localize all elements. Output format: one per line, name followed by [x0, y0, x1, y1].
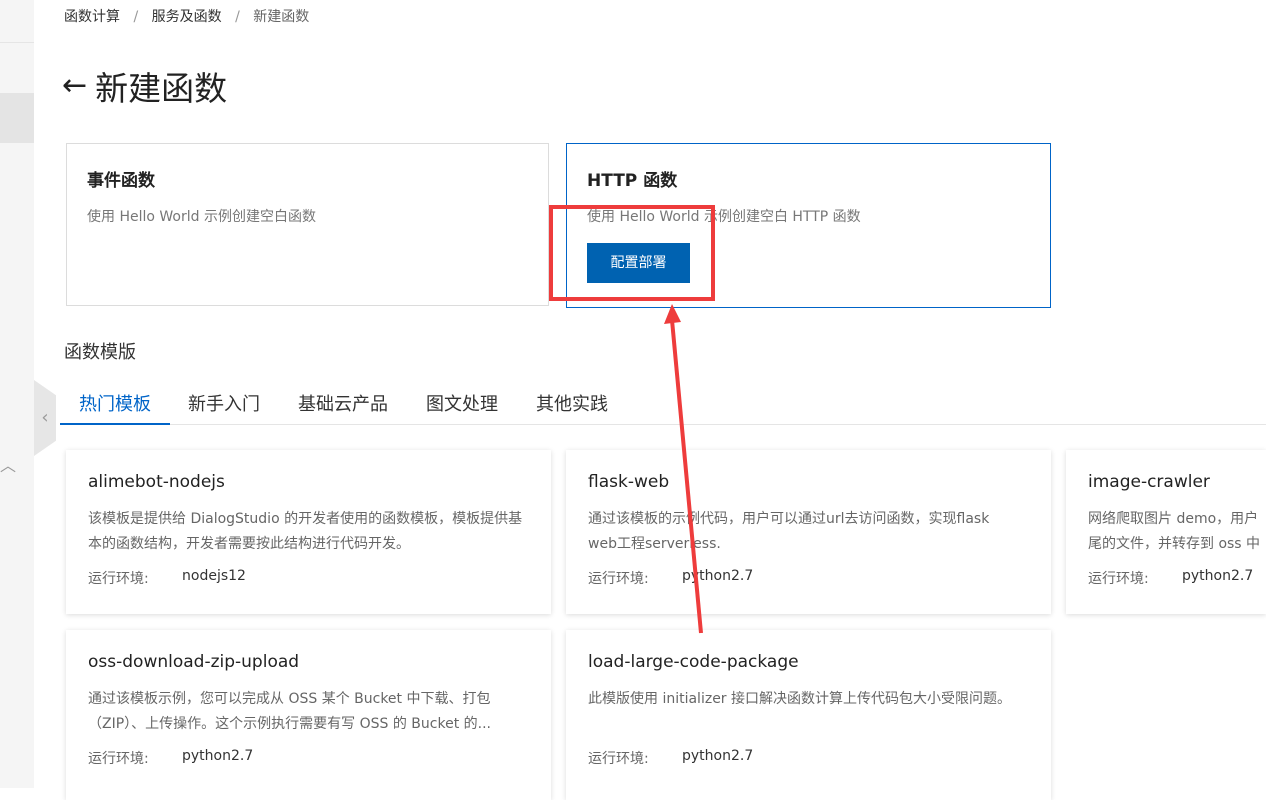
chevron-left-icon[interactable]: ‹	[34, 380, 56, 456]
runtime-label: 运行环境:	[588, 571, 649, 587]
template-card[interactable]: load-large-code-package 此模版使用 initialize…	[566, 630, 1051, 800]
template-description: 网络爬取图片 demo，用户 尾的文件，并转存到 oss 中	[1088, 511, 1261, 552]
runtime-value: python2.7	[682, 748, 754, 764]
breadcrumb-separator: /	[235, 9, 240, 25]
template-description: 此模版使用 initializer 接口解决函数计算上传代码包大小受限问题。	[588, 691, 1012, 707]
chevron-up-icon[interactable]: ︿	[0, 456, 16, 476]
tab-image-text[interactable]: 图文处理	[426, 388, 498, 423]
template-card[interactable]: oss-download-zip-upload 通过该模板示例，您可以完成从 O…	[66, 630, 551, 800]
runtime-label: 运行环境:	[88, 751, 149, 767]
http-function-card[interactable]: HTTP 函数 使用 Hello World 示例创建空白 HTTP 函数 配置…	[566, 143, 1051, 308]
templates-section-title: 函数模版	[64, 342, 136, 363]
event-function-card[interactable]: 事件函数 使用 Hello World 示例创建空白函数	[66, 143, 549, 306]
card-description: 使用 Hello World 示例创建空白函数	[87, 209, 316, 225]
tab-beginner[interactable]: 新手入门	[188, 388, 260, 423]
runtime-value: python2.7	[682, 568, 754, 584]
runtime-value: python2.7	[182, 748, 254, 764]
runtime-value: python2.7	[1182, 568, 1254, 584]
breadcrumb-item[interactable]: 函数计算	[64, 9, 120, 25]
sidebar-divider	[0, 42, 34, 43]
template-card[interactable]: flask-web 通过该模板的示例代码，用户可以通过url去访问函数，实现fl…	[566, 450, 1051, 614]
card-title: HTTP 函数	[587, 171, 678, 191]
tab-basic-cloud[interactable]: 基础云产品	[298, 388, 388, 423]
template-description: 通过该模板的示例代码，用户可以通过url去访问函数，实现flask web工程s…	[588, 511, 990, 552]
template-name: load-large-code-package	[588, 652, 799, 672]
tab-other[interactable]: 其他实践	[536, 388, 608, 423]
template-name: oss-download-zip-upload	[88, 652, 300, 672]
breadcrumb-separator: /	[133, 9, 139, 25]
page-title: 新建函数	[95, 69, 228, 108]
template-card[interactable]: image-crawler 网络爬取图片 demo，用户 尾的文件，并转存到 o…	[1066, 450, 1266, 614]
template-name: alimebot-nodejs	[88, 472, 225, 492]
configure-deploy-button[interactable]: 配置部署	[587, 243, 690, 283]
sidebar-selected-item[interactable]	[0, 93, 34, 143]
breadcrumb-item[interactable]: 服务及函数	[152, 9, 222, 25]
runtime-label: 运行环境:	[588, 751, 649, 767]
template-name: flask-web	[588, 472, 670, 492]
runtime-value: nodejs12	[182, 568, 246, 584]
runtime-label: 运行环境:	[1088, 571, 1149, 587]
tab-hot[interactable]: 热门模板	[60, 388, 170, 425]
page-header: ← 新建函数	[62, 64, 227, 108]
template-card[interactable]: alimebot-nodejs 该模板是提供给 DialogStudio 的开发…	[66, 450, 551, 614]
back-arrow-icon[interactable]: ←	[62, 71, 87, 101]
breadcrumb: 函数计算 / 服务及函数 / 新建函数	[64, 6, 309, 26]
card-description: 使用 Hello World 示例创建空白 HTTP 函数	[587, 209, 861, 225]
runtime-label: 运行环境:	[88, 571, 149, 587]
template-description: 该模板是提供给 DialogStudio 的开发者使用的函数模板，模板提供基本的…	[88, 511, 523, 552]
template-name: image-crawler	[1088, 472, 1210, 492]
breadcrumb-current: 新建函数	[253, 9, 310, 25]
template-description: 通过该模板示例，您可以完成从 OSS 某个 Bucket 中下载、打包（ZIP）…	[88, 691, 491, 732]
left-sidebar: ︿	[0, 0, 34, 788]
template-tabs: 热门模板 新手入门 基础云产品 图文处理 其他实践	[60, 388, 1266, 425]
card-title: 事件函数	[87, 171, 155, 191]
